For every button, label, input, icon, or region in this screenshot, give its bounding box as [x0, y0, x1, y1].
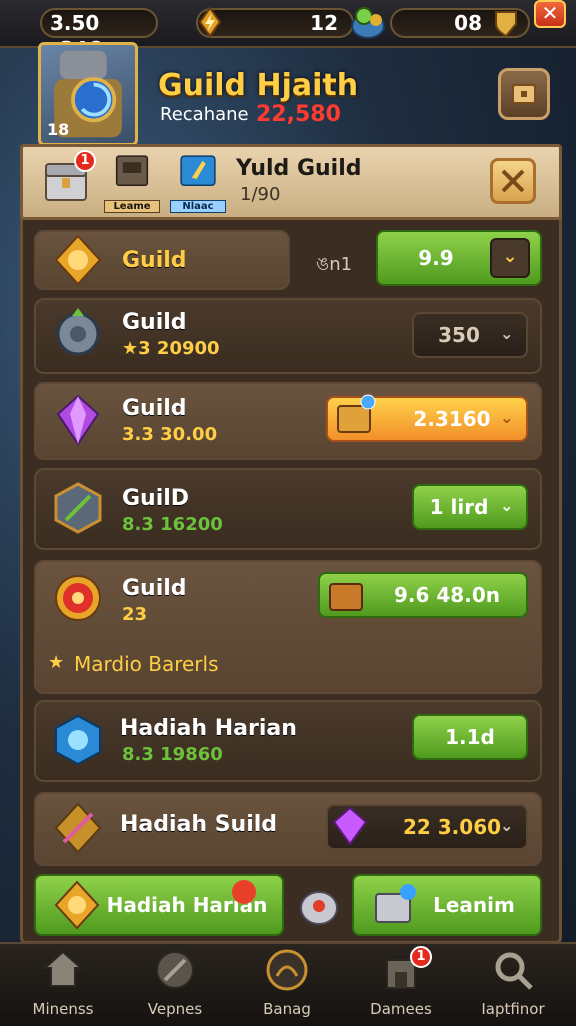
nav-label: Banag: [263, 1000, 311, 1018]
guild-name: Yuld Guild: [236, 156, 362, 181]
gear-icon: [56, 308, 100, 356]
target-icon: [55, 575, 101, 621]
row-title: Hadiah Suild: [120, 812, 278, 837]
close-icon: ✕: [541, 1, 559, 25]
row-subtitle: ★3 20900: [122, 338, 220, 359]
guild-avatar[interactable]: 18: [38, 42, 138, 146]
row-value: 9.9: [418, 246, 454, 270]
row-title: Guild: [122, 396, 187, 421]
hex-shield-icon: [54, 482, 102, 534]
strip-action-button[interactable]: [490, 158, 536, 204]
notification-badge: 1: [74, 150, 96, 172]
gem-bag-icon[interactable]: [346, 2, 390, 42]
apple-icon: [232, 880, 256, 904]
subtitle-value: 22,580: [256, 102, 341, 127]
row-title: GuilD: [122, 486, 190, 511]
lightning-icon: [198, 6, 222, 38]
crystal-icon: [332, 806, 368, 846]
row-title: Hadiah Harian: [120, 716, 297, 741]
row-value: 1 lird: [429, 495, 489, 519]
resource-3-value: 12: [310, 11, 338, 35]
tower-icon: [115, 155, 149, 187]
nav-label: Vepnes: [147, 1000, 203, 1018]
row-subtitle: 3.3 30.00: [122, 424, 218, 445]
flag-icon: [180, 155, 216, 187]
nav-label: Damees: [370, 1000, 432, 1018]
row-extra: ঙn1: [316, 254, 353, 275]
strip-tab-leame-label: Leame: [104, 200, 160, 213]
treasure-chest-icon: [329, 583, 363, 611]
chest-icon: [375, 884, 416, 923]
row-title: Guild: [122, 576, 187, 601]
nav-item-iaptfinor[interactable]: Iaptfinor: [458, 948, 568, 1018]
guild-emblem-icon: [266, 949, 308, 991]
orb-icon: [55, 714, 101, 766]
nav-item-vepnes[interactable]: Vepnes: [120, 948, 230, 1018]
crystal-icon: [56, 394, 100, 446]
resource-4-value: 08: [454, 11, 482, 35]
resource-counter-1: 3.50 346: [40, 8, 158, 61]
nav-label: Iaptfinor: [481, 1000, 545, 1018]
weapons-icon: [156, 951, 194, 989]
guild-level: 18: [47, 120, 70, 139]
row-title: Guild: [122, 248, 187, 273]
row-subtitle: 8.3 16200: [122, 514, 223, 535]
nav-item-minenss[interactable]: Minenss: [8, 948, 118, 1018]
resource-1-value: 3.50: [50, 11, 100, 35]
close-button[interactable]: ✕: [534, 0, 566, 28]
strip-tab-nlaac-label: Nlaac: [170, 200, 226, 213]
sword-badge-icon: [54, 802, 102, 854]
search-icon: [495, 952, 533, 990]
row-value: 2.3160: [413, 407, 491, 431]
row-value: 9.6 48.0n: [394, 583, 500, 607]
potion-icon[interactable]: [294, 876, 344, 932]
chevron-down-icon: ⌄: [500, 816, 514, 835]
chevron-down-icon[interactable]: ⌄: [490, 238, 530, 278]
strip-tab-nlaac[interactable]: Nlaac: [170, 150, 226, 213]
star-badge-icon: [54, 234, 102, 286]
guild-member-count: 1/90: [240, 184, 281, 205]
section-label: Mardio Barerls: [74, 652, 219, 676]
chevron-down-icon: ⌄: [500, 496, 514, 515]
chest-icon: [512, 84, 536, 104]
page-title: Guild Hjaith: [158, 68, 359, 103]
row-value-button[interactable]: 1.1d: [412, 714, 528, 760]
chevron-down-icon: ⌄: [500, 408, 514, 427]
nav-label: Minenss: [32, 1000, 94, 1018]
sun-badge-icon: [54, 880, 100, 930]
row-value: 350: [438, 323, 480, 347]
star-icon: ★: [48, 652, 65, 673]
resource-counter-3: 08: [390, 8, 530, 38]
row-title: Guild: [122, 310, 187, 335]
nav-item-damees[interactable]: Damees: [346, 948, 456, 1018]
guild-settings-button[interactable]: [498, 68, 550, 120]
resource-counter-2: 12: [196, 6, 354, 38]
chevron-down-icon: ⌄: [500, 324, 514, 343]
shield-icon: [495, 11, 517, 38]
learn-label: Leanim: [433, 893, 515, 917]
row-value: 1.1d: [445, 725, 495, 749]
swords-icon: [501, 169, 525, 193]
nav-item-banag[interactable]: Banag: [232, 948, 342, 1018]
row-subtitle: 23: [122, 604, 148, 625]
strip-tab-leame[interactable]: Leame: [104, 150, 160, 213]
row-value: 22 3.060: [402, 815, 502, 839]
home-icon: [42, 950, 84, 987]
row-subtitle: 8.3 19860: [122, 744, 223, 765]
subtitle-label: Recahane: [160, 104, 249, 125]
treasure-chest-icon: [337, 394, 376, 433]
notification-badge: 1: [410, 946, 432, 968]
